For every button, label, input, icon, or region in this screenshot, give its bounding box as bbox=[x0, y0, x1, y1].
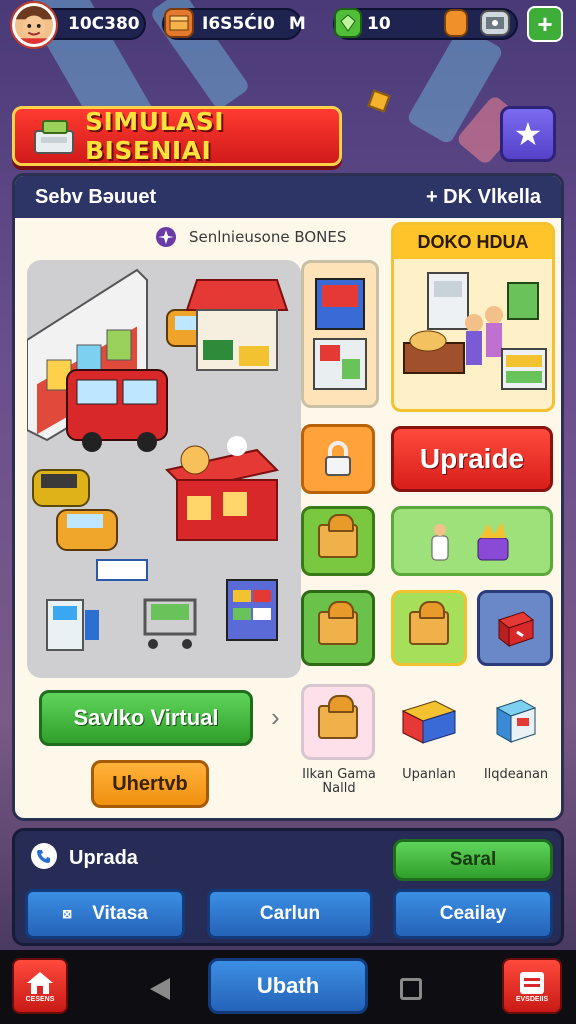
add-currency-button[interactable]: + bbox=[527, 6, 563, 42]
doko-hdua-tile[interactable]: DOKO HDUA bbox=[391, 222, 555, 412]
center-action-label: Ubath bbox=[256, 973, 320, 998]
recent-apps-icon[interactable] bbox=[400, 978, 422, 1000]
caption-1: Ilkan Gama Nalld bbox=[302, 767, 376, 796]
box-icon bbox=[409, 601, 449, 645]
clothing-shop-icon bbox=[313, 278, 367, 390]
box-tile-2[interactable] bbox=[301, 590, 375, 666]
back-icon[interactable] bbox=[150, 978, 170, 1000]
gift-box-icon bbox=[497, 611, 535, 648]
city-scene[interactable] bbox=[26, 260, 301, 678]
supplies-tile[interactable] bbox=[391, 506, 553, 576]
box-icon bbox=[318, 695, 358, 739]
grid-icon: ⊠ bbox=[62, 907, 73, 921]
list-icon bbox=[520, 971, 544, 994]
box-shop-tile-1[interactable] bbox=[301, 684, 375, 760]
player-avatar[interactable] bbox=[12, 3, 56, 47]
panel-header: Sebv Bəuuet + DK Vlkella bbox=[15, 176, 561, 218]
game-title: SIMULASI BISENIAI bbox=[85, 107, 225, 165]
orange-action-button[interactable]: Uhertvb bbox=[91, 760, 209, 808]
panel-header-left: Sebv Bəuuet bbox=[35, 185, 157, 208]
menu-button[interactable]: EVSDEIIS bbox=[502, 958, 562, 1014]
box-icon bbox=[318, 601, 358, 645]
box-shop-tile-2[interactable] bbox=[391, 684, 467, 760]
navigation-bar: CESENS Ubath EVSDEIIS bbox=[0, 950, 576, 1024]
blue-carton-icon bbox=[495, 699, 537, 743]
caption-3: Ilqdeanan bbox=[483, 767, 549, 782]
add-label: + bbox=[537, 8, 553, 39]
upgrade-button[interactable]: Upraide bbox=[391, 426, 553, 492]
box-tile-1[interactable] bbox=[301, 506, 375, 576]
coin-value: 10C380 bbox=[68, 14, 140, 34]
home-caption: CESENS bbox=[25, 995, 55, 1003]
upgrade-panel: Uprada Saral ⊠ Vitasa Carlun Ceailay bbox=[12, 828, 564, 946]
box-shop-tile-3[interactable] bbox=[477, 684, 553, 760]
doko-title: DOKO HDUA bbox=[394, 225, 552, 259]
orange-action-label: Uhertvb bbox=[112, 772, 188, 795]
avatar-face-icon bbox=[15, 6, 53, 44]
action-button-2[interactable]: Carlun bbox=[207, 889, 373, 939]
resource-crate-icon bbox=[444, 9, 468, 37]
action-button-1-label: Vitasa bbox=[92, 903, 148, 924]
sparkle-badge-icon bbox=[156, 227, 176, 247]
caption-2: Upanlan bbox=[402, 767, 456, 782]
action-button-3-label: Ceailay bbox=[439, 903, 507, 924]
cash-value: I6S5ĆI0 bbox=[202, 14, 275, 34]
gem-value: 10 bbox=[367, 14, 391, 34]
store-interior-icon bbox=[403, 272, 547, 390]
star-icon: ★ bbox=[513, 116, 543, 152]
cash-chest-icon bbox=[164, 8, 194, 38]
green-confirm-label: Saral bbox=[449, 849, 497, 870]
box-icon bbox=[318, 514, 358, 558]
next-arrow[interactable]: › bbox=[271, 702, 280, 733]
panel-header-right[interactable]: + DK Vlkella bbox=[426, 186, 541, 209]
upgrade-label: Upraide bbox=[419, 443, 525, 474]
lock-tile[interactable] bbox=[301, 424, 375, 494]
virtual-store-button[interactable]: Savlko Virtual bbox=[39, 690, 253, 746]
colorful-box-icon bbox=[401, 700, 457, 744]
center-action-button[interactable]: Ubath bbox=[208, 958, 368, 1014]
home-button[interactable]: CESENS bbox=[12, 958, 68, 1014]
city-illustration bbox=[26, 268, 289, 651]
upgrade-panel-title: Uprada bbox=[69, 847, 138, 869]
top-bar: 10C380 I6S5ĆI0 M 10 + bbox=[0, 0, 576, 48]
gem-icon bbox=[334, 8, 362, 38]
virtual-store-label: Savlko Virtual bbox=[73, 705, 219, 730]
home-icon bbox=[27, 971, 53, 994]
favorites-button[interactable]: ★ bbox=[500, 106, 556, 162]
box-tile-3[interactable] bbox=[391, 590, 467, 666]
action-button-3[interactable]: Ceailay bbox=[393, 889, 553, 939]
scene-caption: Senlnieusone BONES bbox=[189, 228, 347, 246]
red-box-tile[interactable] bbox=[477, 590, 553, 666]
action-button-1[interactable]: ⊠ Vitasa bbox=[25, 889, 185, 939]
product-tile-clothing[interactable] bbox=[301, 260, 379, 408]
title-banner: SIMULASI BISENIAI bbox=[12, 106, 342, 166]
register-icon bbox=[34, 120, 74, 154]
supplies-icon bbox=[431, 522, 509, 561]
photo-icon[interactable] bbox=[480, 10, 510, 36]
phone-icon bbox=[31, 843, 57, 869]
business-panel: Sebv Bəuuet + DK Vlkella Senlnieusone BO… bbox=[12, 173, 564, 821]
green-confirm-button[interactable]: Saral bbox=[393, 839, 553, 881]
menu-caption: EVSDEIIS bbox=[515, 995, 549, 1003]
lock-icon bbox=[325, 441, 351, 476]
cash-suffix: M bbox=[288, 14, 306, 34]
action-button-2-label: Carlun bbox=[259, 903, 321, 924]
